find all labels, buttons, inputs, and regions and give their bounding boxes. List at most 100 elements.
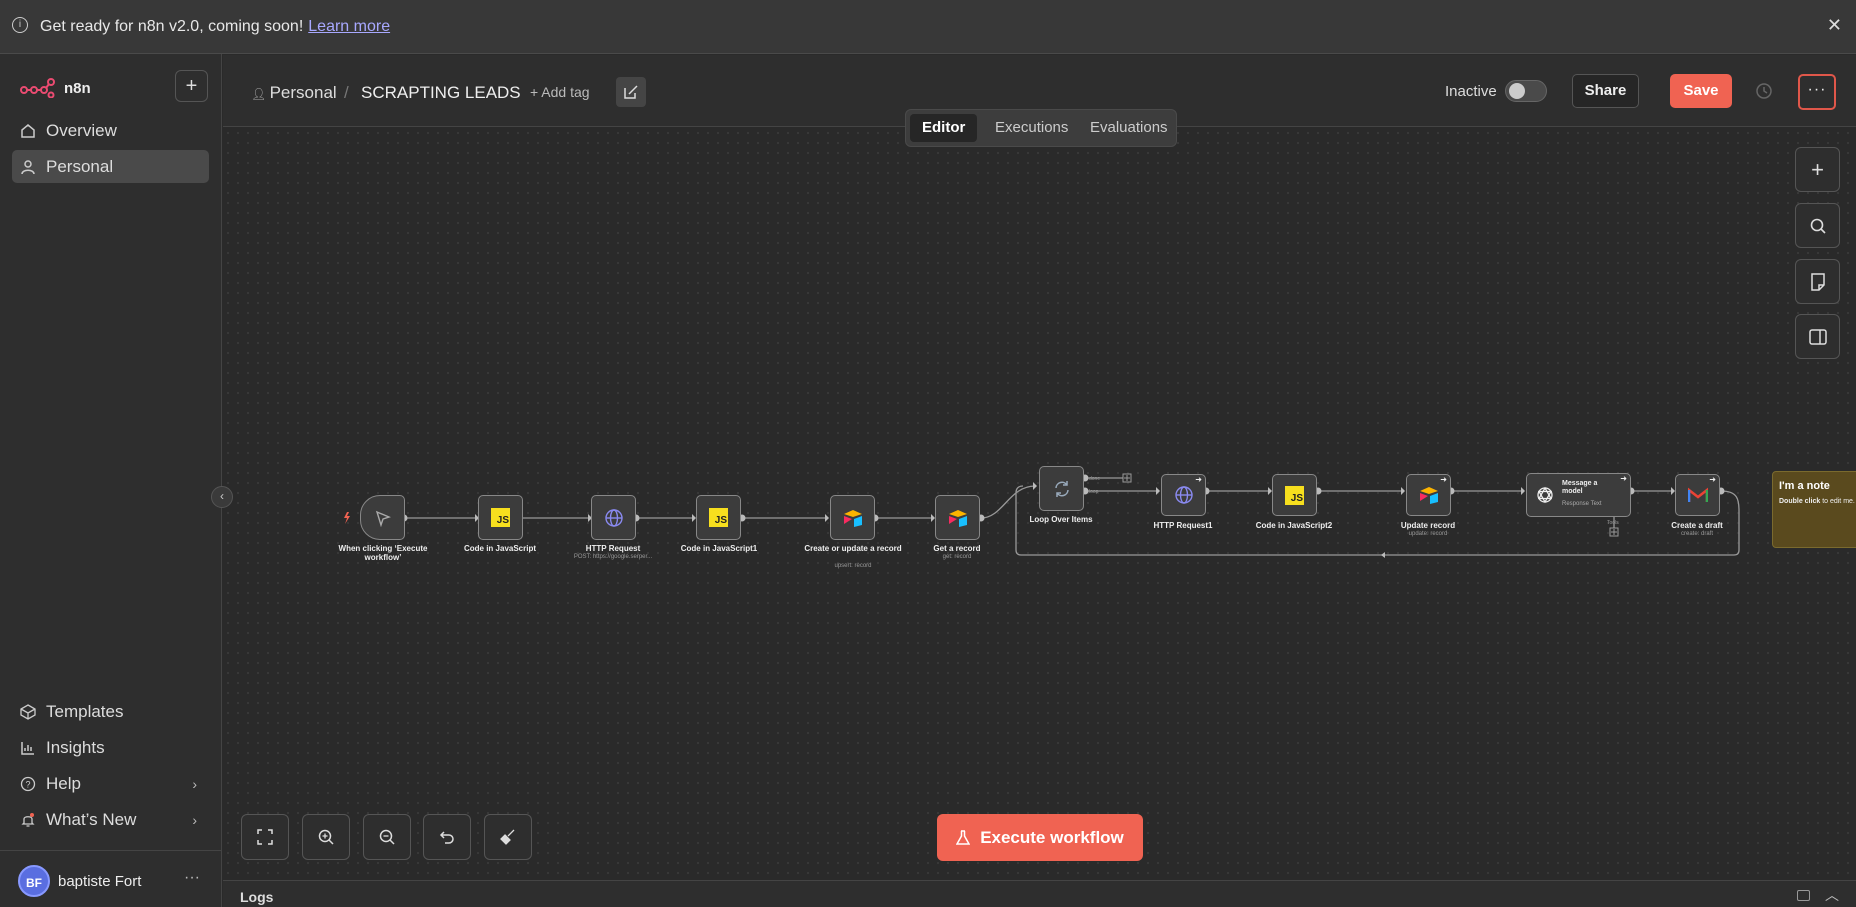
airtable-icon (843, 509, 862, 527)
more-options-button[interactable]: ··· (1798, 74, 1836, 110)
open-logs-icon[interactable] (1797, 890, 1810, 901)
add-sticky-note-button[interactable] (1795, 259, 1840, 304)
n8n-logo-icon (20, 78, 55, 98)
search-icon (1810, 218, 1826, 234)
collapse-sidebar-button[interactable]: ‹ (211, 486, 233, 508)
node-label: Create or update a record (804, 544, 902, 553)
globe-icon (1174, 486, 1193, 504)
node-code-javascript[interactable]: JS (478, 495, 523, 540)
bell-icon (18, 810, 38, 830)
node-label: HTTP Request1 (1153, 521, 1213, 530)
logo[interactable]: n8n (20, 78, 91, 98)
node-label: Code in JavaScript1 (680, 544, 758, 553)
edit-description-button[interactable] (616, 77, 646, 107)
sticky-note[interactable]: I'm a note Double click to edit me. (1772, 471, 1856, 548)
node-create-a-draft[interactable]: ➜ (1675, 474, 1720, 516)
gmail-icon (1687, 487, 1708, 502)
user-row[interactable]: BF baptiste Fort ··· (0, 850, 222, 907)
workflow-name[interactable]: SCRAPTING LEADS (361, 83, 521, 103)
broom-icon (500, 829, 515, 845)
sidebar-item-insights[interactable]: Insights (12, 731, 209, 764)
breadcrumb[interactable]: 👤︎ Personal (251, 83, 337, 103)
active-status-label: Inactive (1445, 83, 1497, 100)
more-horizontal-icon[interactable]: ··· (184, 869, 200, 887)
node-label: Loop Over Items (1029, 515, 1093, 524)
sidebar-item-overview[interactable]: Overview (12, 114, 209, 147)
sidebar-item-label: Insights (46, 737, 105, 757)
avatar: BF (18, 865, 50, 897)
sidebar-item-templates[interactable]: Templates (12, 695, 209, 728)
learn-more-link[interactable]: Learn more (308, 18, 390, 35)
openai-icon (1537, 486, 1553, 504)
announcement-banner: i Get ready for n8n v2.0, coming soon! Le… (0, 0, 1856, 54)
create-button[interactable]: + (175, 70, 208, 102)
fit-view-button[interactable] (241, 814, 289, 860)
node-manual-trigger[interactable] (360, 495, 405, 540)
view-tabs: Editor Executions Evaluations (905, 109, 1177, 147)
node-label: Update record (1400, 521, 1456, 530)
output-label-done: done (1089, 476, 1101, 482)
execute-workflow-button[interactable]: Execute workflow (937, 814, 1143, 861)
sidebar-item-label: Overview (46, 120, 117, 140)
logo-text: n8n (64, 79, 91, 97)
node-subtitle: get: record (942, 554, 972, 560)
node-get-record[interactable] (935, 495, 980, 540)
zoom-in-button[interactable] (302, 814, 350, 860)
globe-icon (604, 508, 623, 527)
toggle-panel-button[interactable] (1795, 314, 1840, 359)
execute-workflow-label: Execute workflow (980, 827, 1124, 847)
help-icon: ? (18, 774, 38, 794)
airtable-icon (948, 509, 967, 527)
reset-zoom-button[interactable] (423, 814, 471, 860)
sidebar-item-label: Templates (46, 701, 124, 721)
panel-right-icon (1808, 328, 1827, 345)
sidebar-item-whats-new[interactable]: What’s New › (12, 803, 209, 836)
close-icon[interactable]: ✕ (1827, 15, 1842, 36)
node-update-record[interactable]: ➜ (1406, 474, 1451, 516)
node-http-request[interactable] (591, 495, 636, 540)
add-node-button[interactable]: + (1795, 147, 1840, 192)
arrow-right-icon: ➜ (1709, 475, 1716, 484)
node-message-a-model[interactable]: Message a model Response Text ➜ (1526, 473, 1631, 517)
tab-editor[interactable]: Editor (910, 114, 978, 142)
node-create-or-update-record[interactable] (830, 495, 875, 540)
add-tag-button[interactable]: + Add tag (530, 84, 590, 100)
js-icon: JS (491, 508, 510, 527)
chart-icon (18, 738, 38, 758)
tidy-up-button[interactable] (484, 814, 532, 860)
tab-executions[interactable]: Executions (983, 114, 1080, 142)
node-code-javascript2[interactable]: JS (1272, 474, 1317, 516)
banner-message: Get ready for n8n v2.0, coming soon! (40, 18, 304, 35)
breadcrumb-project: Personal (269, 83, 337, 102)
note-title: I'm a note (1779, 480, 1830, 492)
breadcrumb-separator: / (344, 83, 349, 102)
search-nodes-button[interactable] (1795, 203, 1840, 248)
logs-panel[interactable]: Logs ︿ (223, 880, 1856, 907)
zoom-out-button[interactable] (363, 814, 411, 860)
tab-evaluations[interactable]: Evaluations (1078, 114, 1180, 142)
node-label: Message a model (1562, 480, 1598, 495)
sticky-note-icon (1810, 272, 1825, 291)
output-label-loop: loop (1089, 489, 1099, 495)
sidebar-item-help[interactable]: ? Help › (12, 767, 209, 800)
loop-icon (1054, 480, 1069, 497)
active-toggle[interactable] (1505, 80, 1547, 102)
sidebar-item-personal[interactable]: Personal (12, 150, 209, 183)
chevron-right-icon: › (192, 775, 197, 792)
airtable-icon (1419, 487, 1438, 504)
plus-icon: + (1811, 156, 1824, 182)
node-code-javascript1[interactable]: JS (696, 495, 741, 540)
note-body-bold: Double click (1779, 498, 1821, 505)
node-subtitle: create: draft (1680, 531, 1713, 537)
share-button[interactable]: Share (1572, 74, 1639, 108)
node-loop-over-items[interactable] (1039, 466, 1084, 511)
workflow-canvas[interactable]: When clicking ‘Execute workflow’ JS Code… (223, 128, 1856, 880)
node-label: Create a draft (1671, 521, 1723, 530)
flask-icon (956, 829, 971, 845)
history-icon[interactable] (1754, 81, 1774, 101)
save-button[interactable]: Save (1670, 74, 1732, 108)
box-icon (18, 702, 38, 722)
arrow-right-icon: ➜ (1620, 474, 1627, 483)
chevron-up-icon[interactable]: ︿ (1825, 885, 1839, 905)
node-http-request1[interactable]: ➜ (1161, 474, 1206, 516)
